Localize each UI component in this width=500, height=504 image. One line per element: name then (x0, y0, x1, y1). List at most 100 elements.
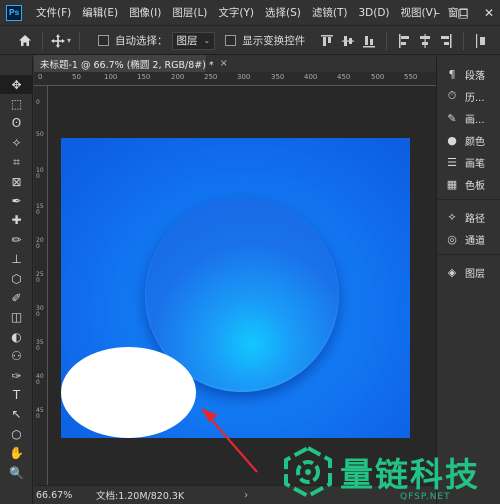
brush-tool-icon[interactable]: ✏ (0, 230, 33, 249)
ruler-label: 400 (304, 73, 318, 81)
menu-filter[interactable]: 滤镜(T) (312, 5, 348, 20)
paths-icon: ⟡ (448, 210, 456, 223)
channels-icon: ◎ (447, 232, 457, 246)
ruler-label: 50 (72, 73, 81, 81)
ruler-label: 300 (237, 73, 251, 81)
auto-select-target-dropdown[interactable]: 图层 ⌄ (171, 31, 216, 50)
toolbar-collapse-handle[interactable] (0, 57, 32, 75)
panel-color[interactable]: ● 颜色 (437, 129, 500, 151)
type-tool-icon[interactable]: T (0, 385, 33, 404)
panel-label: 画... (465, 114, 485, 126)
menu-image[interactable]: 图像(I) (129, 5, 161, 20)
pen-tool-icon[interactable]: ✑ (0, 366, 33, 385)
panel-brushes[interactable]: ☰ 画笔 (437, 151, 500, 173)
show-transform-checkbox[interactable] (225, 35, 237, 46)
document-info: 文档:1.20M/820.3K (96, 491, 185, 502)
history-icon: ⏱ (447, 89, 457, 102)
status-menu-chevron-icon[interactable]: › (244, 490, 248, 501)
align-hcenter-icon[interactable] (419, 33, 431, 48)
menu-type[interactable]: 文字(Y) (218, 5, 254, 20)
ellipse-tool-icon[interactable]: ○ (0, 424, 33, 443)
horizontal-ruler[interactable]: 0 50 100 150 200 250 300 350 400 450 500… (34, 72, 436, 86)
healing-brush-tool-icon[interactable]: ✚ (0, 211, 33, 230)
document-canvas[interactable] (61, 138, 410, 438)
minimize-button[interactable]: – (430, 6, 444, 20)
align-right-icon[interactable] (440, 33, 452, 48)
align-left-icon[interactable] (398, 33, 410, 48)
move-tool-preset-icon[interactable]: ▾ (51, 32, 71, 50)
zoom-tool-icon[interactable]: 🔍 (0, 463, 33, 482)
panel-label: 通道 (465, 235, 485, 247)
align-vcenter-icon[interactable] (342, 34, 355, 48)
document-tab[interactable]: 未标题-1 @ 66.7% (椭圆 2, RGB/8#) * × (34, 55, 228, 72)
maximize-button[interactable]: □ (456, 6, 470, 20)
menu-layer[interactable]: 图层(L) (172, 5, 207, 20)
eraser-tool-icon[interactable]: ✐ (0, 288, 33, 307)
ruler-label: 150 (137, 73, 151, 81)
panel-label: 画笔 (465, 158, 485, 170)
ruler-label: 100 (104, 73, 118, 81)
collapsed-panels: ¶ 段落 ⏱ 历... ✎ 画... ● 颜色 ☰ 画笔 ▦ 色板 ⟡ 路径 ◎… (436, 57, 500, 504)
ruler-label: 500 (371, 73, 385, 81)
ruler-label: 200 (171, 73, 185, 81)
panel-label: 段落 (465, 70, 485, 82)
panel-paragraph[interactable]: ¶ 段落 (437, 63, 500, 85)
menu-select[interactable]: 选择(S) (265, 5, 301, 20)
window-controls: – □ ✕ (430, 0, 496, 26)
panel-layers[interactable]: ◈ 图层 (437, 261, 500, 283)
panel-label: 颜色 (465, 136, 485, 148)
history-brush-tool-icon[interactable]: ⬡ (0, 269, 33, 288)
clone-stamp-tool-icon[interactable]: ⊥ (0, 250, 33, 269)
panel-channels[interactable]: ◎ 通道 (437, 228, 500, 250)
zoom-level[interactable]: 66.67% (36, 490, 82, 501)
ruler-label: 550 (404, 73, 418, 81)
separator (79, 31, 80, 50)
panel-swatches[interactable]: ▦ 色板 (437, 173, 500, 195)
watermark-logo-icon (284, 446, 332, 498)
align-top-icon[interactable] (321, 34, 334, 48)
distribute-icon[interactable] (475, 33, 487, 48)
align-bottom-icon[interactable] (363, 34, 376, 48)
ruler-label: 0 (36, 99, 40, 106)
swatches-icon: ▦ (446, 177, 458, 191)
home-icon[interactable] (16, 32, 34, 50)
gradient-tool-icon[interactable]: ◫ (0, 308, 33, 327)
quick-select-tool-icon[interactable]: ✧ (0, 133, 33, 152)
dodge-tool-icon[interactable]: ⚇ (0, 346, 33, 365)
lasso-tool-icon[interactable]: ʘ (0, 114, 33, 133)
separator (463, 31, 465, 50)
ruler-label: 0 (38, 73, 43, 81)
color-icon: ● (447, 133, 457, 147)
menu-edit[interactable]: 编辑(E) (82, 5, 118, 20)
panel-brush-settings[interactable]: ✎ 画... (437, 107, 500, 129)
path-select-tool-icon[interactable]: ↖ (0, 405, 33, 424)
brush-icon: ✎ (447, 111, 457, 125)
ruler-label: 450 (337, 73, 351, 81)
white-ellipse-layer[interactable] (61, 347, 196, 438)
align-buttons (321, 31, 487, 50)
panel-group: ¶ 段落 ⏱ 历... ✎ 画... ● 颜色 ☰ 画笔 ▦ 色板 (437, 57, 500, 200)
close-tab-icon[interactable]: × (220, 58, 228, 69)
hand-tool-icon[interactable]: ✋ (0, 443, 33, 462)
marquee-tool-icon[interactable]: ⬚ (0, 94, 33, 113)
panel-history[interactable]: ⏱ 历... (437, 85, 500, 107)
crop-tool-icon[interactable]: ⌗ (0, 153, 33, 172)
vertical-ruler[interactable]: 0 50 100 150 200 250 300 350 400 450 (34, 86, 48, 485)
move-tool-icon[interactable]: ✥ (0, 75, 33, 95)
panel-label: 图层 (465, 268, 485, 280)
close-button[interactable]: ✕ (482, 6, 496, 20)
menu-file[interactable]: 文件(F) (36, 5, 71, 20)
separator (386, 31, 388, 50)
menu-3d[interactable]: 3D(D) (358, 7, 389, 19)
panel-label: 历... (465, 92, 485, 104)
blur-tool-icon[interactable]: ◐ (0, 327, 33, 346)
auto-select-checkbox[interactable] (98, 35, 109, 46)
panel-paths[interactable]: ⟡ 路径 (437, 206, 500, 228)
panel-label: 色板 (465, 180, 485, 192)
chevron-down-icon: ⌄ (203, 36, 211, 45)
frame-tool-icon[interactable]: ⊠ (0, 172, 33, 191)
ruler-label: 450 (36, 407, 44, 420)
adjust-icon: ☰ (447, 155, 457, 169)
panel-label: 路径 (465, 213, 485, 225)
eyedropper-tool-icon[interactable]: ✒ (0, 191, 33, 210)
